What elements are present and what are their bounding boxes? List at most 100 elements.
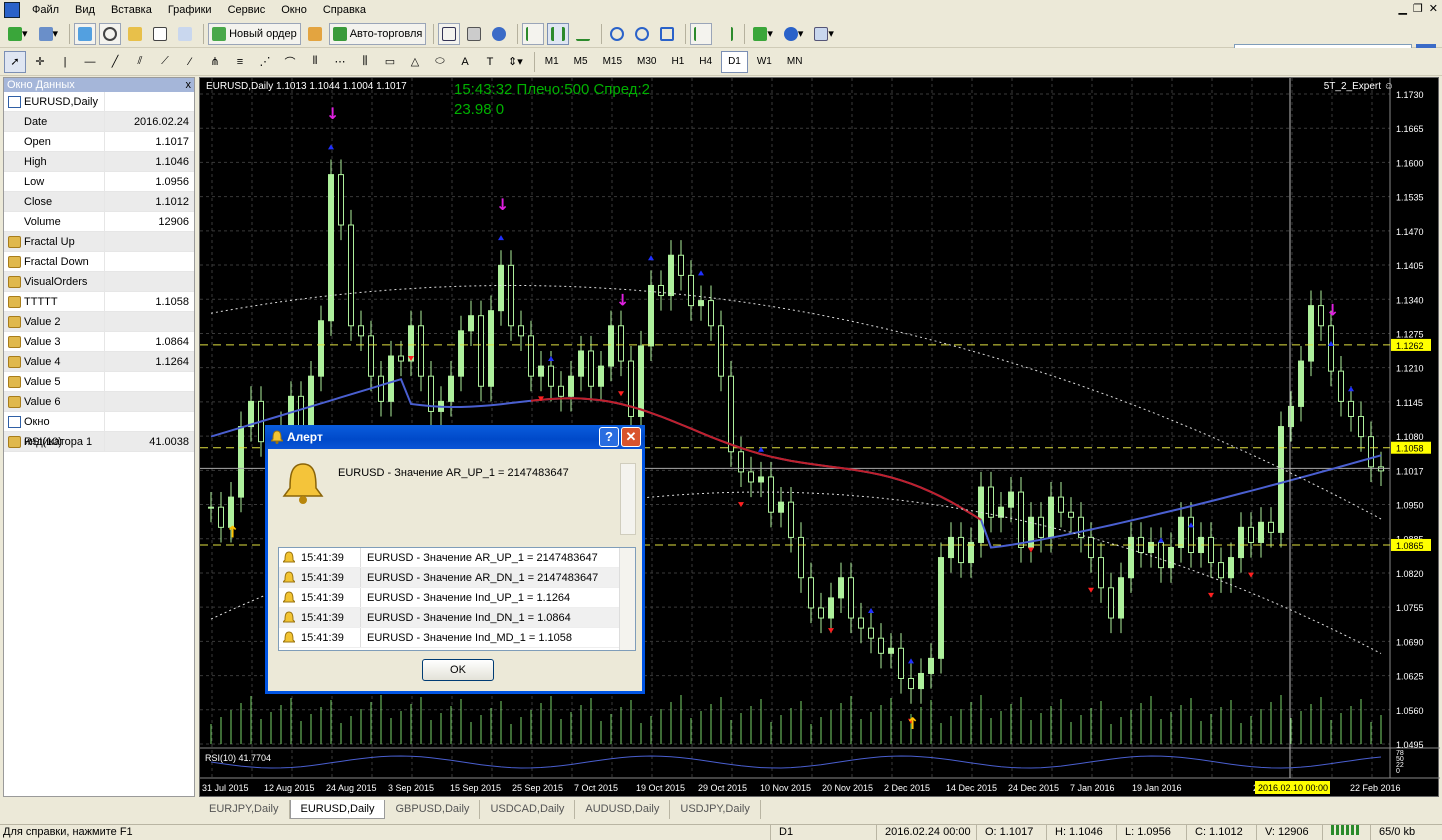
tab-usdcad[interactable]: USDCAD,Daily	[480, 800, 576, 819]
tab-audusd[interactable]: AUDUSD,Daily	[575, 800, 671, 819]
fibo-arcs-button[interactable]: ⌒	[279, 51, 301, 73]
regression-channel-button[interactable]: ⟋	[154, 51, 176, 73]
fibo-expansion-button[interactable]: ⋯	[329, 51, 351, 73]
equidistant-channel-button[interactable]: ⫽	[129, 51, 151, 73]
full-screen-button[interactable]	[438, 22, 461, 45]
text-label-button[interactable]: T	[479, 51, 501, 73]
data-row: Date 2016.02.24	[4, 112, 194, 132]
close-button[interactable]: ✕	[621, 427, 641, 447]
tile-windows-button[interactable]	[656, 23, 678, 45]
ellipse-button[interactable]: ⬭	[429, 51, 451, 73]
tester-button[interactable]	[174, 23, 196, 45]
chart-shift-button[interactable]	[715, 23, 737, 45]
navigator-button[interactable]	[124, 23, 146, 45]
fibo-fan-button[interactable]: ⋰	[254, 51, 276, 73]
alert-time: 15:41:39	[301, 572, 344, 584]
periods-button[interactable]: ▾	[780, 23, 808, 45]
tf-h4-button[interactable]: H4	[693, 51, 718, 73]
fractal-up-marker	[1348, 386, 1354, 392]
minimize-icon[interactable]: ▁	[1398, 2, 1406, 15]
restore-icon[interactable]: ❐	[1413, 2, 1423, 15]
close-window-icon[interactable]: ✕	[1429, 2, 1438, 15]
cycle-lines-button[interactable]: ⫼	[354, 51, 376, 73]
market-watch-button[interactable]	[74, 22, 97, 45]
status-help: Для справки, нажмите F1	[3, 826, 133, 838]
alert-list-scrollbar[interactable]	[619, 548, 635, 650]
ok-button[interactable]: OK	[422, 659, 494, 681]
help-button[interactable]: ?	[599, 427, 619, 447]
tf-m5-button[interactable]: M5	[568, 51, 594, 73]
alert-log-row[interactable]: 15:41:39 EURUSD - Значение AR_UP_1 = 2147…	[279, 548, 635, 568]
clock-icon	[783, 26, 798, 41]
vertical-line-button[interactable]: |	[54, 51, 76, 73]
zoom-out-button[interactable]	[631, 23, 653, 45]
data-row: Value 4 1.1264	[4, 352, 194, 372]
candle-body	[808, 577, 814, 609]
triangle-button[interactable]: △	[404, 51, 426, 73]
autotrading-button[interactable]: Авто-торговля	[328, 22, 427, 45]
alert-log-row[interactable]: 15:41:39 EURUSD - Значение Ind_DN_1 = 1.0…	[279, 608, 635, 628]
data-row: High 1.1046	[4, 152, 194, 172]
menu-file[interactable]: Файл	[24, 4, 67, 16]
message-scrollbar[interactable]	[620, 463, 636, 535]
tf-m15-button[interactable]: M15	[597, 51, 628, 73]
new-order-button[interactable]: Новый ордер	[208, 22, 301, 45]
tf-w1-button[interactable]: W1	[751, 51, 778, 73]
rsi-label: RSI(10) 41.7704	[205, 753, 272, 763]
cursor-button[interactable]: ➚	[4, 50, 26, 73]
candle-body	[768, 476, 774, 513]
print-button[interactable]	[463, 23, 485, 45]
indicators-button[interactable]: ▾	[749, 23, 777, 45]
menu-insert[interactable]: Вставка	[103, 4, 160, 16]
alert-log-row[interactable]: 15:41:39 EURUSD - Значение Ind_MD_1 = 1.1…	[279, 628, 635, 648]
fibo-time-button[interactable]: ⦀	[304, 51, 326, 73]
terminal-button[interactable]	[149, 23, 171, 45]
tab-usdjpy[interactable]: USDJPY,Daily	[670, 800, 761, 819]
gann-button[interactable]: ⁄	[179, 51, 201, 73]
tf-d1-button[interactable]: D1	[721, 50, 748, 73]
candle-body	[728, 375, 734, 453]
tf-h1-button[interactable]: H1	[665, 51, 690, 73]
tab-gbpusd[interactable]: GBPUSD,Daily	[385, 800, 481, 819]
data-window-button[interactable]	[99, 22, 122, 45]
tf-m1-button[interactable]: M1	[539, 51, 565, 73]
sell-arrow: ↓	[616, 291, 629, 310]
menu-help[interactable]: Справка	[315, 4, 374, 16]
pitchfork-button[interactable]: ⋔	[204, 51, 226, 73]
horizontal-line-button[interactable]: —	[79, 51, 101, 73]
candle-body	[948, 536, 954, 559]
bar-chart-button[interactable]	[522, 22, 545, 45]
fibo-button[interactable]: ≡	[229, 51, 251, 73]
tab-eurusd[interactable]: EURUSD,Daily	[289, 800, 386, 819]
tf-mn-button[interactable]: MN	[781, 51, 809, 73]
options-button[interactable]	[488, 23, 510, 45]
line-chart-button[interactable]	[572, 23, 594, 45]
autoscroll-button[interactable]	[690, 22, 713, 45]
trendline-button[interactable]: ╱	[104, 51, 126, 73]
crosshair-button[interactable]: ✛	[29, 51, 51, 73]
text-label-icon: T	[486, 55, 494, 68]
alert-log-row[interactable]: 15:41:39 EURUSD - Значение AR_DN_1 = 2147…	[279, 568, 635, 588]
menu-window[interactable]: Окно	[273, 4, 315, 16]
alert-log-row[interactable]: 15:41:39 EURUSD - Значение Ind_UP_1 = 1.1…	[279, 588, 635, 608]
menu-view[interactable]: Вид	[67, 4, 103, 16]
zoom-in-button[interactable]	[606, 23, 628, 45]
candle-body	[718, 325, 724, 377]
candle-body	[558, 385, 564, 397]
metaeditor-button[interactable]	[304, 23, 326, 45]
rectangle-button[interactable]: ▭	[379, 51, 401, 73]
text-button[interactable]: A	[454, 51, 476, 73]
tf-m30-button[interactable]: M30	[631, 51, 662, 73]
close-icon[interactable]: x	[186, 78, 192, 92]
tab-eurjpy[interactable]: EURJPY,Daily	[199, 800, 290, 819]
candlestick-button[interactable]	[547, 22, 570, 45]
new-chart-button[interactable]: ▾	[4, 23, 32, 45]
profiles-button[interactable]: ▾	[35, 23, 63, 45]
candle-body	[1128, 536, 1134, 579]
menu-tools[interactable]: Сервис	[220, 4, 274, 16]
arrows-button[interactable]: ⇕▾	[504, 51, 527, 73]
templates-button[interactable]: ▾	[810, 23, 838, 45]
candle-body	[798, 536, 804, 579]
alert-time: 15:41:39	[301, 632, 344, 644]
menu-charts[interactable]: Графики	[160, 4, 220, 16]
